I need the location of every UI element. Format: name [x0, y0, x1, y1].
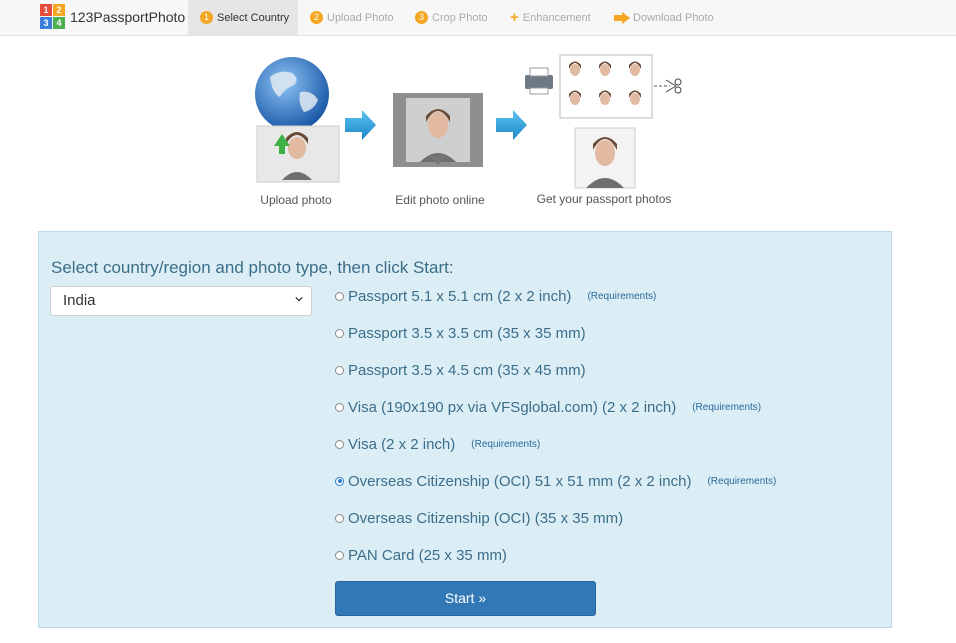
selection-panel: Select country/region and photo type, th…	[38, 231, 892, 628]
step-label: Select Country	[217, 11, 290, 24]
option-visa-vfsglobal[interactable]: Visa (190x190 px via VFSglobal.com) (2 x…	[335, 397, 761, 417]
plus-icon: +	[510, 9, 519, 26]
requirements-link[interactable]: (Requirements)	[587, 291, 656, 302]
scissors-icon	[665, 78, 682, 94]
step-enhancement[interactable]: + Enhancement	[510, 0, 591, 35]
step-crop-photo[interactable]: 3 Crop Photo	[415, 0, 488, 35]
option-passport-35x35[interactable]: Passport 3.5 x 3.5 cm (35 x 35 mm)	[335, 323, 586, 343]
requirements-link[interactable]: (Requirements)	[692, 402, 761, 413]
radio-button-checked[interactable]	[335, 476, 344, 486]
option-passport-35x45[interactable]: Passport 3.5 x 4.5 cm (35 x 45 mm)	[335, 360, 586, 380]
country-select[interactable]: India	[50, 286, 312, 316]
option-visa-2x2[interactable]: Visa (2 x 2 inch) (Requirements)	[335, 434, 540, 454]
top-nav: 1 2 3 4 123PassportPhoto 1 Select Countr…	[0, 0, 956, 36]
option-label: Visa (2 x 2 inch)	[348, 435, 456, 453]
option-label: Visa (190x190 px via VFSglobal.com) (2 x…	[348, 398, 677, 416]
step-label: Download Photo	[633, 11, 714, 24]
globe-icon	[255, 57, 329, 131]
caption-upload-photo: Upload photo	[260, 193, 332, 207]
option-oci-35x35[interactable]: Overseas Citizenship (OCI) (35 x 35 mm)	[335, 508, 623, 528]
option-label: Overseas Citizenship (OCI) 51 x 51 mm (2…	[348, 472, 692, 490]
process-illustration	[255, 54, 682, 189]
arrow-right-icon	[345, 110, 376, 140]
step-select-country[interactable]: 1 Select Country	[188, 0, 298, 35]
step-number-1: 1	[200, 11, 213, 24]
radio-button[interactable]	[335, 328, 344, 338]
chevron-down-icon	[295, 296, 303, 302]
arrow-right-icon	[614, 11, 630, 24]
step-label: Upload Photo	[327, 11, 394, 24]
radio-button[interactable]	[335, 513, 344, 523]
requirements-link[interactable]: (Requirements)	[707, 476, 776, 487]
option-label: Overseas Citizenship (OCI) (35 x 35 mm)	[348, 509, 624, 527]
option-pan-card[interactable]: PAN Card (25 x 35 mm)	[335, 545, 507, 565]
step-number-3: 3	[415, 11, 428, 24]
option-passport-51x51[interactable]: Passport 5.1 x 5.1 cm (2 x 2 inch) (Requ…	[335, 286, 656, 306]
country-select-value: India	[63, 292, 96, 309]
step-label: Enhancement	[522, 11, 591, 24]
start-button[interactable]: Start »	[335, 581, 596, 616]
radio-button[interactable]	[335, 402, 344, 412]
panel-heading: Select country/region and photo type, th…	[51, 258, 454, 277]
caption-get-photos: Get your passport photos	[536, 192, 672, 206]
logo-icon: 1 2 3 4	[40, 4, 66, 30]
step-label: Crop Photo	[432, 11, 488, 24]
step-number-2: 2	[310, 11, 323, 24]
requirements-link[interactable]: (Requirements)	[471, 439, 540, 450]
logo[interactable]: 1 2 3 4 123PassportPhoto	[40, 4, 185, 30]
option-label: Passport 3.5 x 3.5 cm (35 x 35 mm)	[348, 324, 586, 342]
radio-button[interactable]	[335, 291, 344, 301]
option-oci-51x51[interactable]: Overseas Citizenship (OCI) 51 x 51 mm (2…	[335, 471, 776, 491]
radio-button[interactable]	[335, 550, 344, 560]
step-upload-photo[interactable]: 2 Upload Photo	[310, 0, 394, 35]
logo-text: 123PassportPhoto	[70, 9, 186, 25]
printer-icon	[525, 67, 553, 95]
step-download-photo[interactable]: Download Photo	[614, 0, 714, 35]
option-label: Passport 5.1 x 5.1 cm (2 x 2 inch)	[348, 287, 572, 305]
option-label: Passport 3.5 x 4.5 cm (35 x 45 mm)	[348, 361, 586, 379]
arrow-right-icon	[496, 110, 527, 140]
option-label: PAN Card (25 x 35 mm)	[348, 546, 507, 564]
radio-button[interactable]	[335, 365, 344, 375]
radio-button[interactable]	[335, 439, 344, 449]
caption-edit-photo: Edit photo online	[395, 193, 485, 207]
